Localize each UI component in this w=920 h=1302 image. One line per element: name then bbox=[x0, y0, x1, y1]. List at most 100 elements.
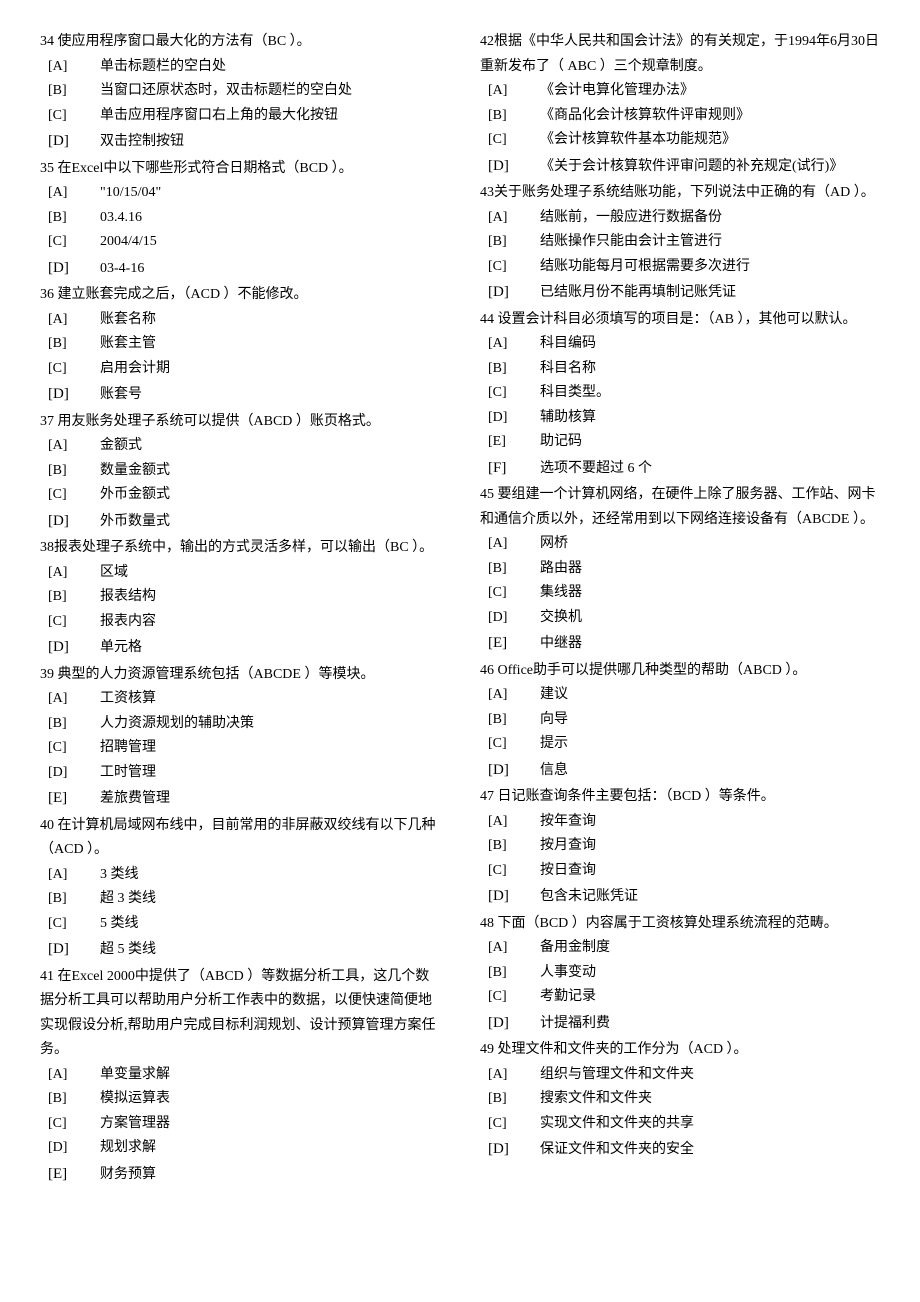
option-text: 向导 bbox=[540, 708, 568, 733]
question-stem: 在Excel中以下哪些形式符合日期格式（BCD ）。 bbox=[58, 161, 353, 176]
question-block: 41 在Excel 2000中提供了（ABCD ）等数据分析工具，这几个数据分析… bbox=[40, 965, 440, 1188]
option-text: 信息 bbox=[540, 759, 568, 784]
option-key: [C] bbox=[488, 1112, 540, 1137]
option-key: [B] bbox=[488, 708, 540, 733]
option-row: [C]启用会计期 bbox=[40, 357, 440, 382]
option-text: 2004/4/15 bbox=[100, 230, 157, 255]
option-row: [D]03-4-16 bbox=[40, 255, 440, 282]
option-key: [A] bbox=[488, 936, 540, 961]
option-key: [A] bbox=[48, 55, 100, 80]
option-key: [D] bbox=[48, 761, 100, 786]
option-text: 科目类型。 bbox=[540, 381, 610, 406]
option-text: 规划求解 bbox=[100, 1136, 156, 1161]
option-text: 差旅费管理 bbox=[100, 787, 170, 812]
option-key: [D] bbox=[488, 153, 540, 179]
question-block: 39 典型的人力资源管理系统包括（ABCDE ）等模块。[A]工资核算[B]人力… bbox=[40, 663, 440, 812]
option-row: [D]超 5 类线 bbox=[40, 936, 440, 963]
question-number: 36 bbox=[40, 287, 54, 302]
option-key: [C] bbox=[48, 104, 100, 129]
option-text: 区域 bbox=[100, 561, 128, 586]
question-text: 46 Office助手可以提供哪几种类型的帮助（ABCD ）。 bbox=[480, 659, 880, 684]
option-text: 招聘管理 bbox=[100, 736, 156, 761]
question-block: 37 用友账务处理子系统可以提供（ABCD ）账页格式。[A]金额式[B]数量金… bbox=[40, 410, 440, 535]
option-key: [A] bbox=[488, 1063, 540, 1088]
option-text: 网桥 bbox=[540, 532, 568, 557]
question-stem: 报表处理子系统中，输出的方式灵活多样，可以输出（BC ）。 bbox=[54, 540, 433, 555]
option-text: 外币金额式 bbox=[100, 483, 170, 508]
option-text: 单元格 bbox=[100, 636, 142, 661]
option-key: [D] bbox=[48, 634, 100, 660]
option-key: [A] bbox=[488, 683, 540, 708]
question-stem: 下面（BCD ）内容属于工资核算处理系统流程的范畴。 bbox=[498, 916, 838, 931]
option-text: 已结账月份不能再填制记账凭证 bbox=[540, 281, 736, 306]
option-text: 单变量求解 bbox=[100, 1063, 170, 1088]
option-key: [B] bbox=[48, 79, 100, 104]
option-key: [F] bbox=[488, 455, 540, 481]
question-stem: 使应用程序窗口最大化的方法有（BC ）。 bbox=[58, 34, 311, 49]
option-text: 账套号 bbox=[100, 383, 142, 408]
option-text: 备用金制度 bbox=[540, 936, 610, 961]
option-key: [D] bbox=[488, 1136, 540, 1162]
option-key: [E] bbox=[488, 430, 540, 455]
question-stem: 典型的人力资源管理系统包括（ABCDE ）等模块。 bbox=[58, 667, 375, 682]
option-key: [D] bbox=[488, 1010, 540, 1036]
question-text: 43关于账务处理子系统结账功能，下列说法中正确的有（AD ）。 bbox=[480, 181, 880, 206]
option-row: [A]单变量求解 bbox=[40, 1063, 440, 1088]
option-key: [A] bbox=[48, 308, 100, 333]
option-key: [B] bbox=[488, 557, 540, 582]
question-text: 42根据《中华人民共和国会计法》的有关规定，于1994年6月30日重新发布了（ … bbox=[480, 30, 880, 79]
option-row: [B]当窗口还原状态时，双击标题栏的空白处 bbox=[40, 79, 440, 104]
option-key: [C] bbox=[48, 912, 100, 937]
option-row: [C]2004/4/15 bbox=[40, 230, 440, 255]
option-key: [B] bbox=[488, 104, 540, 129]
option-key: [D] bbox=[48, 508, 100, 534]
option-key: [A] bbox=[488, 810, 540, 835]
question-block: 43关于账务处理子系统结账功能，下列说法中正确的有（AD ）。[A]结账前，一般… bbox=[480, 181, 880, 306]
option-row: [F]选项不要超过 6 个 bbox=[480, 455, 880, 482]
option-row: [B]向导 bbox=[480, 708, 880, 733]
option-row: [B]搜索文件和文件夹 bbox=[480, 1087, 880, 1112]
option-key: [A] bbox=[48, 561, 100, 586]
option-key: [B] bbox=[48, 887, 100, 912]
option-key: [D] bbox=[488, 606, 540, 631]
option-text: 《商品化会计核算软件评审规则》 bbox=[540, 104, 750, 129]
option-row: [C]外币金额式 bbox=[40, 483, 440, 508]
question-text: 36 建立账套完成之后，（ACD ）不能修改。 bbox=[40, 283, 440, 308]
option-row: [A]建议 bbox=[480, 683, 880, 708]
option-row: [C]5 类线 bbox=[40, 912, 440, 937]
question-stem: 在计算机局域网布线中，目前常用的非屏蔽双绞线有以下几种（ACD ）。 bbox=[40, 818, 436, 858]
option-key: [A] bbox=[48, 863, 100, 888]
option-text: 账套主管 bbox=[100, 332, 156, 357]
option-text: 交换机 bbox=[540, 606, 582, 631]
option-key: [D] bbox=[488, 757, 540, 783]
option-row: [B]报表结构 bbox=[40, 585, 440, 610]
option-text: 工时管理 bbox=[100, 761, 156, 786]
option-row: [B]《商品化会计核算软件评审规则》 bbox=[480, 104, 880, 129]
option-row: [D]工时管理 bbox=[40, 761, 440, 786]
option-text: 模拟运算表 bbox=[100, 1087, 170, 1112]
option-key: [C] bbox=[488, 581, 540, 606]
question-number: 34 bbox=[40, 34, 54, 49]
option-text: 《关于会计核算软件评审问题的补充规定(试行)》 bbox=[540, 155, 843, 180]
option-text: 计提福利费 bbox=[540, 1012, 610, 1037]
question-block: 44 设置会计科目必须填写的项目是：（AB ），其他可以默认。[A]科目编码[B… bbox=[480, 308, 880, 482]
option-row: [E]中继器 bbox=[480, 630, 880, 657]
question-stem: 关于账务处理子系统结账功能，下列说法中正确的有（AD ）。 bbox=[494, 185, 875, 200]
question-block: 35 在Excel中以下哪些形式符合日期格式（BCD ）。[A]"10/15/0… bbox=[40, 157, 440, 282]
option-text: 单击标题栏的空白处 bbox=[100, 55, 226, 80]
option-key: [C] bbox=[488, 732, 540, 757]
option-row: [D]计提福利费 bbox=[480, 1010, 880, 1037]
question-text: 47 日记账查询条件主要包括：（BCD ）等条件。 bbox=[480, 785, 880, 810]
question-number: 35 bbox=[40, 161, 54, 176]
option-row: [D]双击控制按钮 bbox=[40, 128, 440, 155]
option-key: [B] bbox=[488, 357, 540, 382]
option-text: 组织与管理文件和文件夹 bbox=[540, 1063, 694, 1088]
question-block: 38报表处理子系统中，输出的方式灵活多样，可以输出（BC ）。[A]区域[B]报… bbox=[40, 536, 440, 661]
option-row: [C]方案管理器 bbox=[40, 1112, 440, 1137]
option-row: [C]集线器 bbox=[480, 581, 880, 606]
option-text: 03.4.16 bbox=[100, 206, 142, 231]
option-key: [A] bbox=[48, 181, 100, 206]
option-text: 5 类线 bbox=[100, 912, 139, 937]
option-text: 人事变动 bbox=[540, 961, 596, 986]
option-key: [C] bbox=[48, 610, 100, 635]
